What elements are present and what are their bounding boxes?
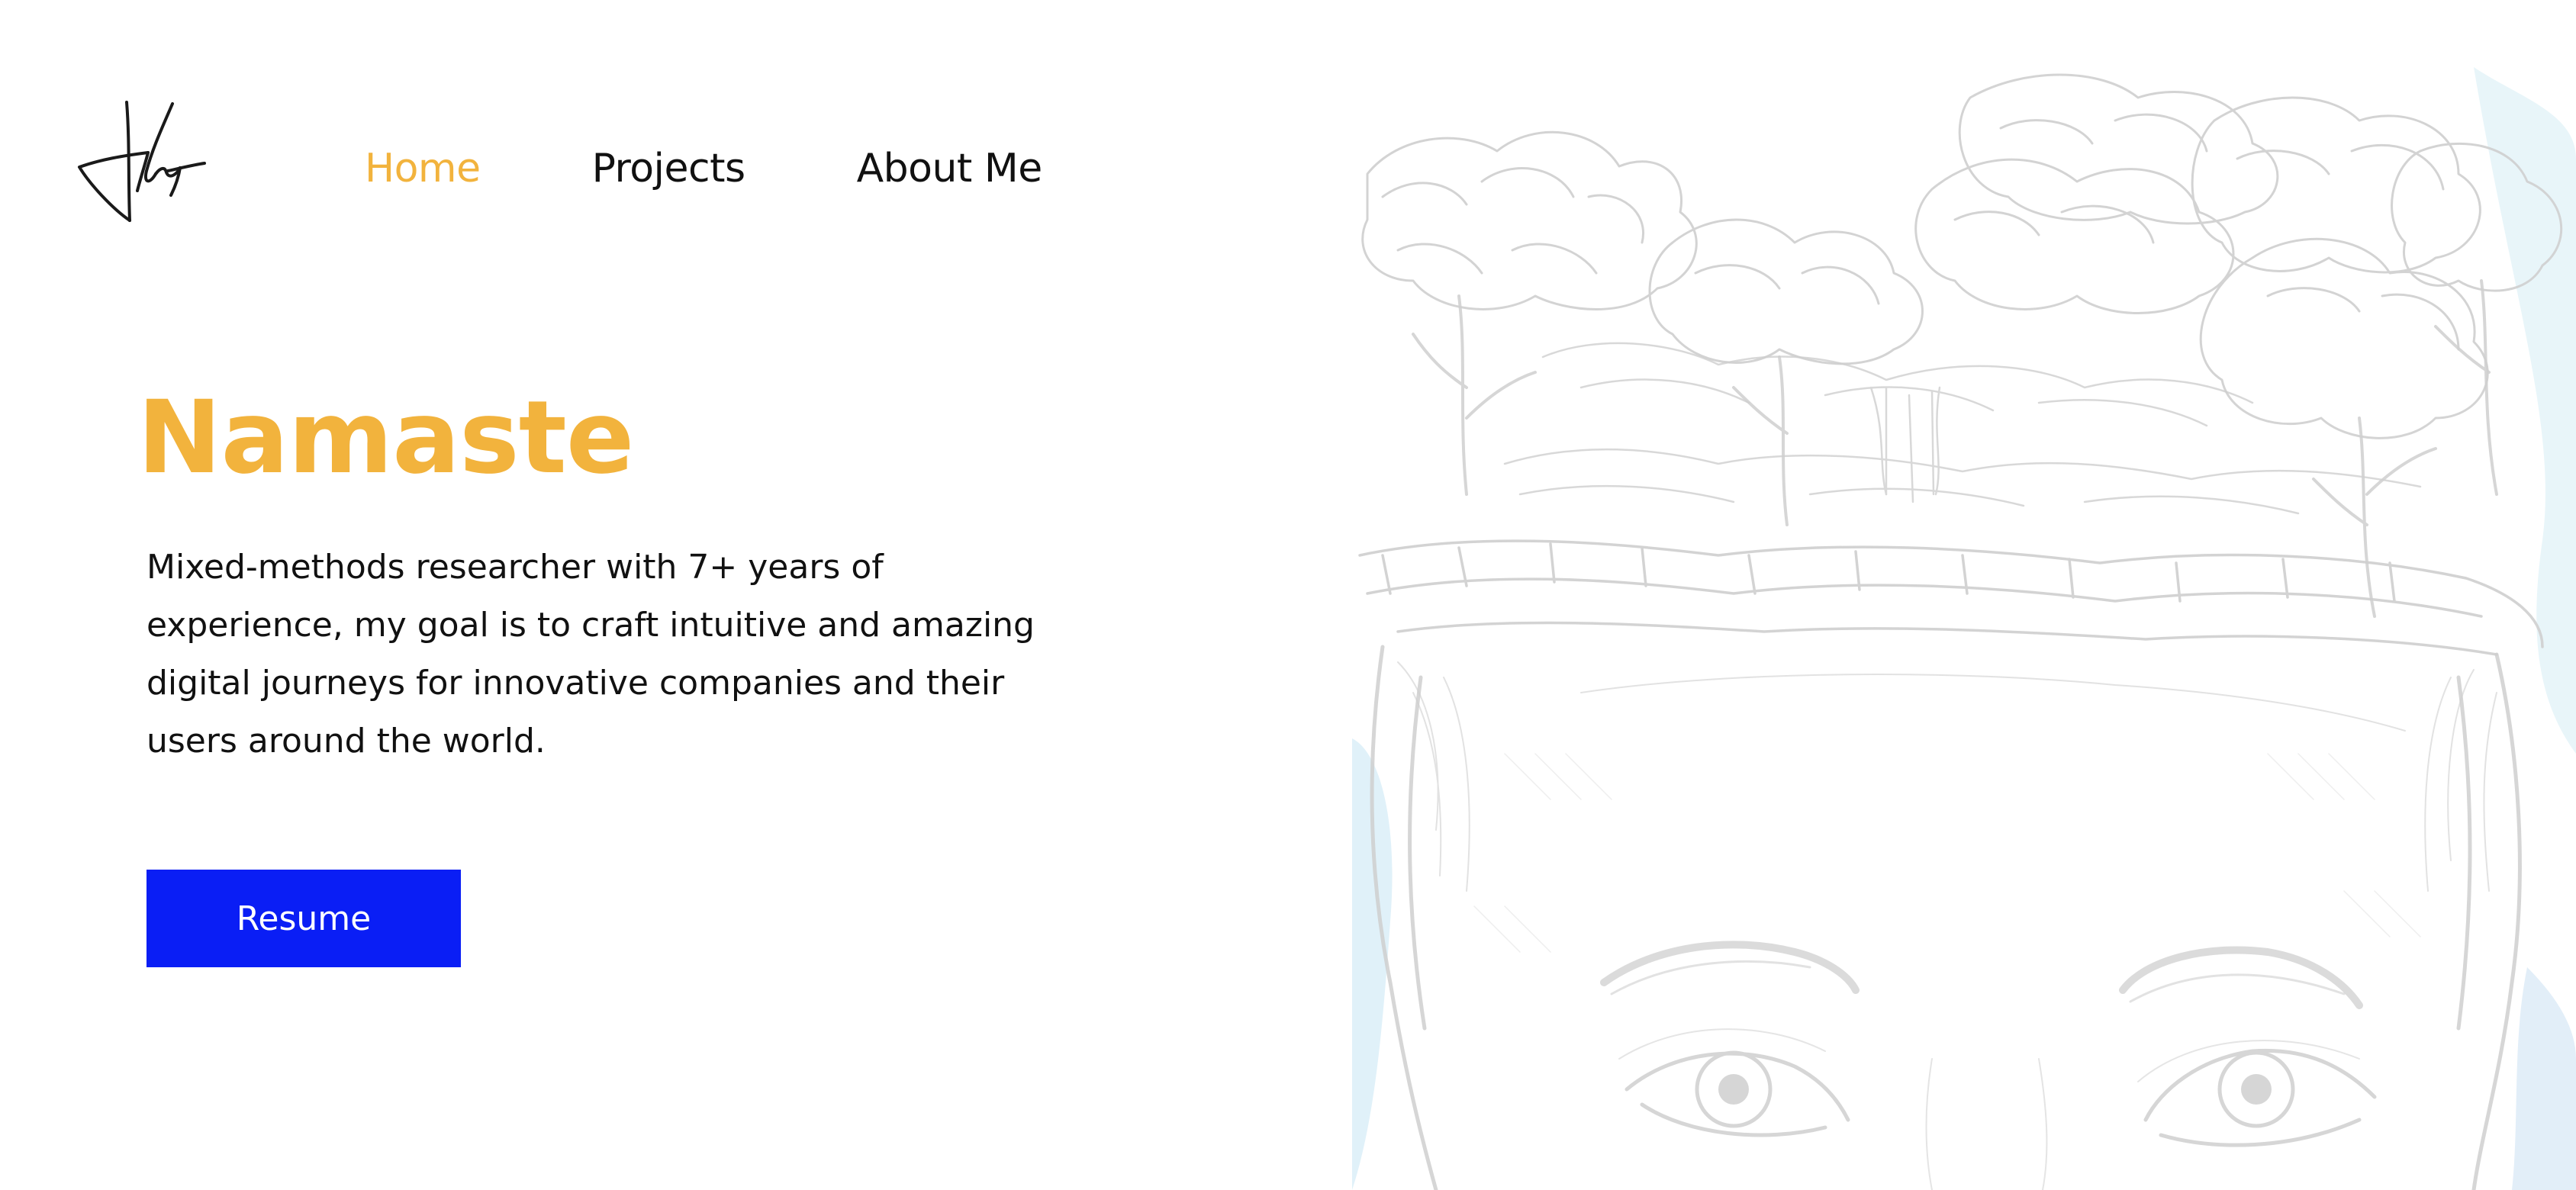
hero-intro-text: Mixed-methods researcher with 7+ years o… bbox=[147, 539, 1085, 770]
hero-intro-line: digital journeys for innovative companie… bbox=[147, 664, 1005, 703]
pencil-sketch-portrait-illustration bbox=[1352, 67, 2576, 1190]
hero-intro-line: Mixed-methods researcher with 7+ years o… bbox=[147, 548, 884, 587]
hero-intro-line: experience, my goal is to craft intuitiv… bbox=[147, 606, 1035, 645]
hero-intro-line: users around the world. bbox=[147, 722, 546, 761]
resume-button[interactable]: Resume bbox=[147, 870, 461, 967]
signature-logo-icon[interactable] bbox=[73, 95, 211, 232]
nav-about-me-link[interactable]: About Me bbox=[857, 146, 1043, 191]
nav-home-link[interactable]: Home bbox=[365, 146, 481, 191]
nav-projects-link[interactable]: Projects bbox=[592, 146, 746, 191]
hero-headline: Namaste bbox=[137, 379, 634, 497]
home-page: Home Projects About Me Namaste Mixed-met… bbox=[0, 0, 2576, 1190]
main-nav: Home Projects About Me bbox=[365, 134, 1042, 203]
